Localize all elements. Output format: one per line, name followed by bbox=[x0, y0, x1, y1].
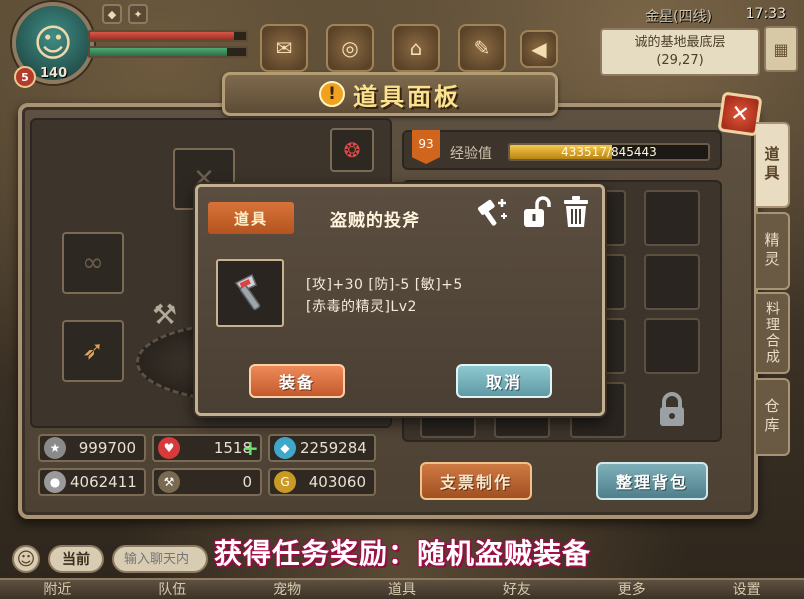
cancel-button[interactable]: 取消 bbox=[456, 364, 552, 398]
location-box[interactable]: 诚的基地最底层 (29,27) bbox=[600, 28, 760, 76]
location-name: 诚的基地最底层 bbox=[634, 35, 726, 50]
gold-coin-icon: G bbox=[274, 471, 296, 493]
throwing-axe-icon bbox=[234, 273, 261, 311]
mp-bar bbox=[88, 46, 248, 58]
nav-pets[interactable]: 宠物 bbox=[230, 580, 345, 599]
axe-icon: ⚒ bbox=[152, 298, 178, 331]
map-icon[interactable]: ▦ bbox=[764, 26, 798, 72]
panel-title: 道具面板 bbox=[353, 82, 461, 111]
hud-bars bbox=[88, 30, 248, 62]
dialog-tab-items[interactable]: 道具 bbox=[208, 202, 294, 234]
equip-slot-ring[interactable]: ∞ bbox=[62, 232, 124, 294]
emoji-icon[interactable]: ☺ bbox=[12, 545, 40, 573]
stat-diamonds: ◆ 2259284 bbox=[268, 434, 376, 462]
alert-icon: ! bbox=[319, 81, 345, 107]
inventory-cell[interactable] bbox=[644, 254, 700, 310]
nav-friends[interactable]: 好友 bbox=[459, 580, 574, 599]
lock-icon[interactable] bbox=[644, 384, 700, 436]
chat-channel-button[interactable]: 当前 bbox=[48, 545, 104, 573]
hammer-icon: ⚒ bbox=[158, 471, 180, 493]
back-arrow-icon[interactable]: ◀ bbox=[520, 30, 558, 68]
panel-title-bar: ! 道具面板 bbox=[222, 72, 558, 116]
server-name: 金星(四线) bbox=[645, 9, 712, 25]
shield-icon[interactable]: ◆ bbox=[102, 4, 122, 24]
heart-icon: ♥ bbox=[158, 437, 180, 459]
clock: 17:33 bbox=[745, 6, 786, 22]
tab-items[interactable]: 道具 bbox=[756, 122, 790, 208]
tab-spirits[interactable]: 精灵 bbox=[756, 212, 790, 290]
add-hearts-icon[interactable]: + bbox=[242, 438, 260, 458]
experience-level-badge: 93 bbox=[412, 130, 440, 164]
level-badge: 5 bbox=[14, 66, 36, 88]
inventory-cell[interactable] bbox=[644, 318, 700, 374]
nav-nearby[interactable]: 附近 bbox=[0, 580, 115, 599]
item-spirit-line: [赤毒的精灵]Lv2 bbox=[306, 299, 417, 315]
equip-button[interactable]: 装备 bbox=[249, 364, 345, 398]
diamond-icon: ◆ bbox=[274, 437, 296, 459]
player-level: 140 bbox=[40, 66, 68, 81]
location-coords: (29,27) bbox=[656, 53, 704, 68]
unlock-icon[interactable] bbox=[518, 194, 554, 230]
enhance-icon[interactable] bbox=[474, 194, 510, 230]
stat-hammer: ⚒ 0 bbox=[152, 468, 262, 496]
star-medal-icon: ★ bbox=[44, 437, 66, 459]
stat-attack: ★ 999700 bbox=[38, 434, 146, 462]
nav-items[interactable]: 道具 bbox=[345, 580, 460, 599]
buff-icon[interactable]: ✦ bbox=[128, 4, 148, 24]
tab-storage[interactable]: 仓库 bbox=[756, 378, 790, 456]
stat-silver: ● 4062411 bbox=[38, 468, 146, 496]
item-stats: [攻]+30 [防]-5 [敏]+5 [赤毒的精灵]Lv2 bbox=[306, 274, 463, 318]
scroll-icon[interactable]: ✎ bbox=[458, 24, 506, 72]
hp-bar bbox=[88, 30, 248, 42]
quest-icon[interactable]: ✉ bbox=[260, 24, 308, 72]
inventory-cell[interactable] bbox=[644, 190, 700, 246]
tidy-bag-button[interactable]: 整理背包 bbox=[596, 462, 708, 500]
item-name: 盗贼的投斧 bbox=[330, 211, 420, 231]
stat-gold: G 403060 bbox=[268, 468, 376, 496]
trash-icon[interactable] bbox=[558, 194, 594, 230]
bottom-nav: 附近 队伍 宠物 道具 好友 更多 设置 bbox=[0, 578, 804, 599]
silver-coin-icon: ● bbox=[44, 471, 66, 493]
equip-slot-weapon[interactable]: ➶ bbox=[62, 320, 124, 382]
item-slot-throwing-axe[interactable] bbox=[216, 259, 284, 327]
tab-cooking[interactable]: 料理合成 bbox=[756, 292, 790, 374]
experience-text: 433517/845443 bbox=[561, 145, 657, 159]
nav-team[interactable]: 队伍 bbox=[115, 580, 230, 599]
barrel-icon[interactable]: ◎ bbox=[326, 24, 374, 72]
cheque-button[interactable]: 支票制作 bbox=[420, 462, 532, 500]
experience-label: 经验值 bbox=[450, 146, 492, 162]
nav-more[interactable]: 更多 bbox=[574, 580, 689, 599]
nav-settings[interactable]: 设置 bbox=[689, 580, 804, 599]
item-stats-line: [攻]+30 [防]-5 [敏]+5 bbox=[306, 277, 463, 293]
shop-icon[interactable]: ⌂ bbox=[392, 24, 440, 72]
experience-bar: 433517/845443 bbox=[508, 143, 710, 161]
chat-input[interactable] bbox=[112, 545, 208, 573]
quest-reward-banner: 获得任务奖励：随机盗贼装备 bbox=[214, 537, 592, 570]
equip-slot-badge[interactable]: ❂ bbox=[330, 128, 374, 172]
